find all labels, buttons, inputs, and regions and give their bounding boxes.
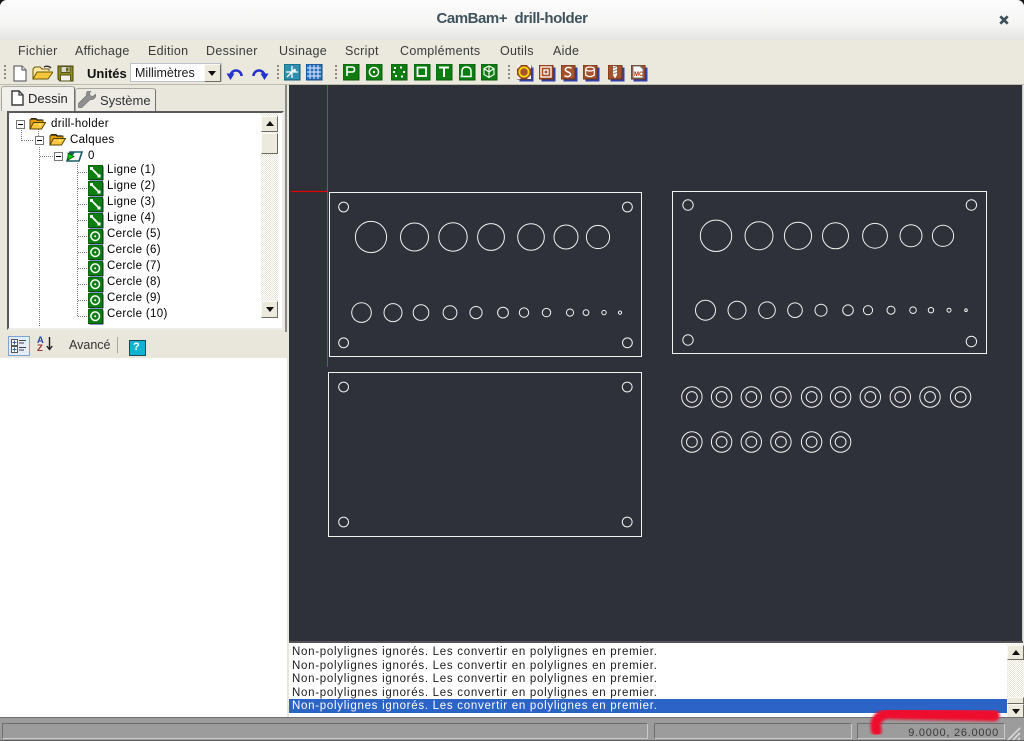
svg-text:MC: MC bbox=[634, 72, 644, 78]
